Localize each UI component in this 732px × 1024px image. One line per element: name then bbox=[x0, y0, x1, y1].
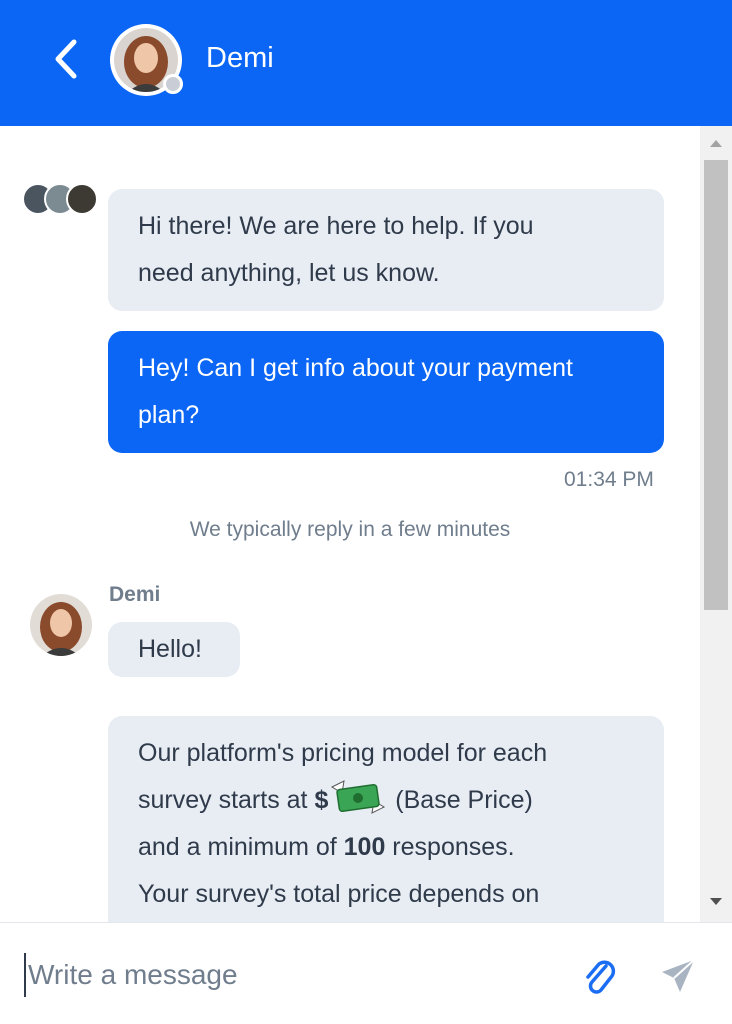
agent-avatar bbox=[30, 594, 92, 656]
message-input[interactable] bbox=[24, 953, 544, 997]
incoming-message: Our platform's pricing model for each su… bbox=[108, 716, 664, 922]
chevron-left-icon bbox=[55, 39, 77, 79]
message-composer bbox=[0, 922, 732, 1024]
contact-avatar[interactable] bbox=[110, 24, 183, 96]
online-status-dot bbox=[163, 74, 183, 94]
message-timestamp: 01:34 PM bbox=[564, 468, 654, 491]
message-line: Hi there! We are here to help. If you bbox=[138, 212, 534, 240]
team-avatar bbox=[66, 183, 98, 215]
message-line: Your survey's total price depends on bbox=[138, 880, 540, 908]
message-text: and a minimum of bbox=[138, 833, 344, 861]
send-button[interactable] bbox=[660, 958, 696, 994]
money-with-wings-icon bbox=[328, 777, 388, 817]
minimum-responses: 100 bbox=[343, 833, 386, 861]
message-line: Hey! Can I get info about your payment bbox=[138, 354, 573, 382]
paperclip-icon bbox=[586, 960, 616, 994]
attach-button[interactable] bbox=[582, 956, 618, 996]
back-button[interactable] bbox=[44, 36, 84, 82]
incoming-message: Hi there! We are here to help. If you ne… bbox=[108, 189, 664, 311]
message-line: need anything, let us know. bbox=[138, 259, 440, 287]
scroll-up-arrow-icon[interactable] bbox=[710, 140, 722, 147]
scrollbar-thumb[interactable] bbox=[704, 160, 728, 610]
team-avatars bbox=[22, 183, 98, 215]
contact-name: Demi bbox=[206, 42, 274, 74]
message-line: plan? bbox=[138, 401, 200, 429]
outgoing-message: Hey! Can I get info about your payment p… bbox=[108, 331, 664, 453]
scroll-down-arrow-icon[interactable] bbox=[710, 898, 722, 905]
message-line: Our platform's pricing model for each bbox=[138, 739, 548, 767]
message-line: survey starts at $ (Base Price) bbox=[138, 777, 634, 824]
message-text: survey starts at bbox=[138, 786, 315, 814]
message-text: (Base Price) bbox=[388, 786, 533, 814]
message-text: responses. bbox=[385, 833, 515, 861]
message-line: and a minimum of 100 responses. bbox=[138, 824, 634, 871]
reply-time-notice: We typically reply in a few minutes bbox=[189, 518, 511, 541]
chat-header: Demi bbox=[0, 0, 732, 126]
message-list[interactable]: Hi there! We are here to help. If you ne… bbox=[0, 126, 700, 922]
incoming-message: Hello! bbox=[108, 622, 240, 677]
agent-name-label: Demi bbox=[109, 583, 161, 606]
message-line: Hello! bbox=[138, 635, 202, 663]
price-amount: $ bbox=[314, 786, 329, 814]
scrollbar[interactable] bbox=[700, 126, 732, 922]
send-icon bbox=[662, 959, 695, 992]
